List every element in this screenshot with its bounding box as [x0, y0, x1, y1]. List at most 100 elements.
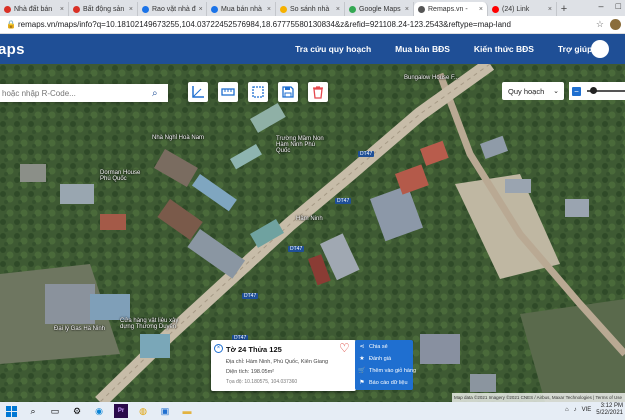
menu-item-add-to-cart[interactable]: 🛒 Thêm vào giỏ hàng	[358, 365, 416, 376]
road-label: DT47	[358, 151, 375, 157]
opacity-slider-handle[interactable]	[589, 87, 597, 94]
tab-favicon-icon	[418, 5, 425, 13]
road-label: DT47	[288, 246, 305, 252]
tab-favicon-icon	[211, 5, 218, 13]
nav-help[interactable]: Trợ giúp	[558, 44, 592, 54]
nav-planning-lookup[interactable]: Tra cứu quy hoạch	[295, 44, 371, 54]
tab-close-icon[interactable]: ×	[548, 6, 552, 13]
angle-ruler-icon	[192, 86, 204, 98]
search-icon[interactable]: ⌕	[26, 404, 40, 418]
language-indicator[interactable]: VIE	[582, 407, 592, 413]
nav-buy-sell[interactable]: Mua bán BĐS	[395, 44, 450, 54]
tab-2[interactable]: Rao vặt nhà đ ×	[138, 2, 207, 16]
tab-label: Nhà đất bán	[14, 5, 53, 13]
tab-label: So sánh nhà	[290, 5, 330, 13]
menu-item-review[interactable]: ★ Đánh giá	[358, 353, 391, 364]
tab-5[interactable]: Google Maps ×	[345, 2, 414, 16]
tab-favicon-icon	[142, 5, 149, 13]
tab-label: (24) Link	[502, 5, 530, 13]
search-icon[interactable]: ⌕	[152, 88, 158, 99]
explorer-folder-icon[interactable]: ▬	[180, 404, 194, 418]
clock-time: 3:12 PM	[600, 403, 623, 409]
task-view-icon[interactable]: ▭	[48, 404, 62, 418]
tab-close-icon[interactable]: ×	[479, 6, 483, 13]
tab-close-icon[interactable]: ×	[405, 6, 409, 13]
settings-gear-icon[interactable]: ⚙	[70, 404, 84, 418]
parcel-info-card: × Tờ 24 Thửa 125 ♡ Địa chỉ: Hàm Ninh, Ph…	[211, 340, 356, 391]
site-logo[interactable]: aps	[0, 41, 25, 58]
maximize-icon[interactable]: □	[616, 1, 621, 11]
tab-7[interactable]: (24) Link ×	[488, 2, 557, 16]
bookmark-star-icon[interactable]: ☆	[596, 19, 604, 30]
menu-item-label: Đánh giá	[369, 355, 392, 362]
taskbar: ⌕ ▭ ⚙ ◉ Pr ◍ ▣ ▬ ⌂ ♪ VIE 3:12 PM 5/22/20…	[0, 402, 625, 420]
nav-knowledge[interactable]: Kiến thức BĐS	[474, 44, 534, 54]
minimize-icon[interactable]: –	[599, 1, 604, 11]
planning-layer-select[interactable]: Quy hoạch ⌄	[502, 82, 564, 100]
tab-3[interactable]: Mua bán nhà ×	[207, 2, 276, 16]
tab-6[interactable]: Remaps.vn - ×	[414, 2, 488, 16]
measure-distance-button[interactable]	[218, 82, 238, 102]
parcel-title: Tờ 24 Thửa 125	[226, 345, 282, 354]
chevron-down-icon: ⌄	[553, 88, 559, 95]
chrome-icon[interactable]: ◍	[136, 404, 150, 418]
map-label[interactable]: Nhà Nghỉ Hoà Nam	[152, 135, 204, 141]
url-field[interactable]: remaps.vn/maps/info?q=10.18102149673255,…	[18, 20, 511, 29]
measure-area-button[interactable]	[248, 82, 268, 102]
menu-item-share[interactable]: ⋖ Chia sẻ	[358, 341, 387, 352]
lock-icon[interactable]: 🔒	[6, 20, 16, 29]
map-label[interactable]: Cửa hàng vật liệu xây dựng Thương Duyên	[120, 318, 180, 330]
window-controls: – □	[599, 1, 621, 11]
tab-favicon-icon	[280, 5, 287, 13]
share-icon: ⋖	[359, 344, 365, 350]
map-label[interactable]: Hàm Ninh	[296, 216, 323, 222]
trash-icon	[313, 86, 323, 99]
system-tray: ⌂ ♪ VIE 3:12 PM 5/22/2021	[565, 403, 623, 417]
road-label: DT47	[335, 198, 352, 204]
photos-icon[interactable]: ▣	[158, 404, 172, 418]
account-avatar[interactable]	[591, 40, 609, 58]
save-button[interactable]	[278, 82, 298, 102]
address-bar: 🔒 remaps.vn/maps/info?q=10.1810214967325…	[0, 16, 625, 34]
new-tab-button[interactable]: +	[557, 2, 571, 16]
tab-close-icon[interactable]: ×	[267, 6, 271, 13]
tab-label: Remaps.vn -	[428, 5, 468, 13]
zoom-minus-button[interactable]: −	[572, 86, 581, 96]
tab-label: Mua bán nhà	[221, 5, 262, 13]
tab-close-icon[interactable]: ×	[129, 6, 133, 13]
map-label[interactable]: Trường Mầm Non Hàm Ninh Phú Quốc	[276, 136, 326, 154]
measure-angle-button[interactable]	[188, 82, 208, 102]
site-header: aps Tra cứu quy hoạch Mua bán BĐS Kiến t…	[0, 34, 625, 64]
map-label[interactable]: Bungalow House F...	[404, 75, 459, 81]
menu-item-report[interactable]: ⚑ Báo cáo dữ liệu	[358, 377, 407, 388]
heart-icon[interactable]: ♡	[339, 341, 350, 355]
tab-label: Rao vặt nhà đ	[152, 5, 196, 13]
report-icon: ⚑	[359, 380, 365, 386]
area-select-icon	[252, 86, 264, 98]
edge-browser-icon[interactable]: ◉	[92, 404, 106, 418]
map-label[interactable]: Đại lý Gas Hà Ninh	[54, 326, 112, 332]
search-input[interactable]	[0, 88, 150, 98]
profile-avatar[interactable]	[610, 19, 621, 30]
tab-close-icon[interactable]: ×	[199, 6, 203, 13]
opacity-control: −	[569, 82, 625, 100]
review-icon: ★	[359, 356, 365, 362]
volume-icon[interactable]: ♪	[574, 407, 577, 413]
tab-favicon-icon	[4, 5, 11, 13]
network-icon[interactable]: ⌂	[565, 407, 569, 413]
tab-close-icon[interactable]: ×	[336, 6, 340, 13]
tab-0[interactable]: Nhà đất bán ×	[0, 2, 69, 16]
parcel-area: Diện tích: 198.05m²	[226, 369, 274, 375]
tab-label: Bất động sản	[83, 5, 125, 13]
tab-1[interactable]: Bất động sản ×	[69, 2, 138, 16]
premiere-icon[interactable]: Pr	[114, 404, 128, 418]
menu-item-label: Thêm vào giỏ hàng	[369, 367, 417, 374]
clock[interactable]: 3:12 PM 5/22/2021	[596, 403, 623, 417]
tab-4[interactable]: So sánh nhà ×	[276, 2, 345, 16]
map-attribution[interactable]: Map data ©2021 Imagery ©2021 CNES / Airb…	[452, 393, 625, 402]
close-icon[interactable]: ×	[214, 344, 223, 353]
windows-start-icon[interactable]	[4, 404, 18, 418]
map-label[interactable]: Dorman House Phú Quốc	[100, 170, 148, 182]
delete-button[interactable]	[308, 82, 328, 102]
tab-close-icon[interactable]: ×	[60, 6, 64, 13]
